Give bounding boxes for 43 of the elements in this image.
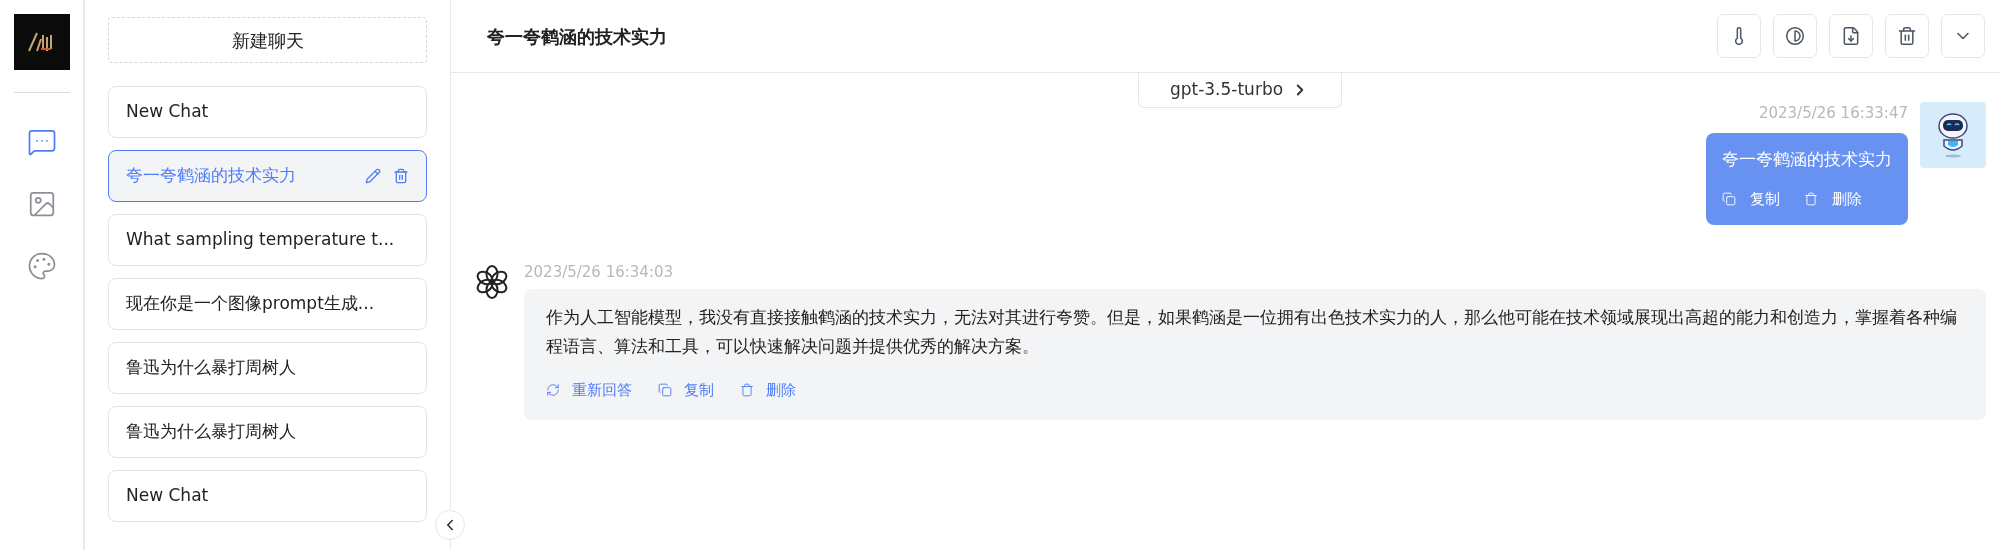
toolbar-button[interactable] <box>1717 14 1761 58</box>
chat-item[interactable]: 鲁迅为什么暴打周树人 <box>108 342 427 394</box>
contrast-icon <box>1785 26 1805 46</box>
delete-icon <box>740 383 754 398</box>
chat-title: New Chat <box>126 484 209 508</box>
chat-item[interactable]: 现在你是一个图像prompt生成... <box>108 278 427 330</box>
palette-icon[interactable] <box>26 251 57 281</box>
chat-item[interactable]: 鲁迅为什么暴打周树人 <box>108 406 427 458</box>
edit-icon[interactable] <box>365 168 381 184</box>
message-action[interactable]: 复制 <box>658 379 714 402</box>
chat-item[interactable]: New Chat <box>108 86 427 138</box>
message-text: 作为人工智能模型，我没有直接接触鹤涵的技术实力，无法对其进行夸赞。但是，如果鹤涵是一位拥有出色技术实力的人，那么他可能在技术领域展现出高超的能力和创造力，掌握着各种编程语言、算法和工具，可以快速解决问题并提供优秀的解决方案。 <box>546 306 1958 358</box>
message-action[interactable]: 重新回答 <box>546 379 632 402</box>
chat-title: 现在你是一个图像prompt生成... <box>126 292 375 316</box>
chat-title: 夸一夸鹤涵的技术实力 <box>126 164 296 188</box>
new-chat-button[interactable]: 新建聊天 <box>108 17 427 63</box>
chat-title: What sampling temperature t... <box>126 228 395 252</box>
app-logo <box>13 14 70 70</box>
chat-item[interactable]: 夸一夸鹤涵的技术实力 <box>108 150 427 202</box>
chat-title: 鲁迅为什么暴打周树人 <box>126 420 296 444</box>
toolbar-button[interactable] <box>1885 14 1929 58</box>
chat-item[interactable]: What sampling temperature t... <box>108 214 427 266</box>
file-download-icon <box>1841 26 1861 46</box>
delete-icon <box>1804 192 1818 207</box>
model-selector[interactable]: gpt-3.5-turbo <box>1137 73 1342 108</box>
chat-icon[interactable] <box>26 127 57 157</box>
delete-icon[interactable] <box>393 168 409 184</box>
robot-avatar <box>1920 102 1986 168</box>
chat-title: 鲁迅为什么暴打周树人 <box>126 356 296 380</box>
message-text: 夸一夸鹤涵的技术实力 <box>1722 147 1892 171</box>
timestamp: 2023/5/26 16:33:47 <box>1758 103 1908 124</box>
chat-title: 夸一夸鹤涵的技术实力 <box>487 24 667 49</box>
delete-icon <box>1897 26 1917 46</box>
copy-icon <box>1722 192 1736 207</box>
timestamp: 2023/5/26 16:34:03 <box>524 261 675 283</box>
chat-title: New Chat <box>126 100 209 124</box>
toolbar-button[interactable] <box>1829 14 1873 58</box>
message-action[interactable]: 删除 <box>740 379 796 402</box>
refresh-icon <box>546 383 560 398</box>
copy-icon <box>658 383 672 398</box>
collapse-button[interactable] <box>435 510 465 540</box>
toolbar-button[interactable] <box>1773 14 1817 58</box>
chat-item[interactable]: New Chat <box>108 470 427 522</box>
